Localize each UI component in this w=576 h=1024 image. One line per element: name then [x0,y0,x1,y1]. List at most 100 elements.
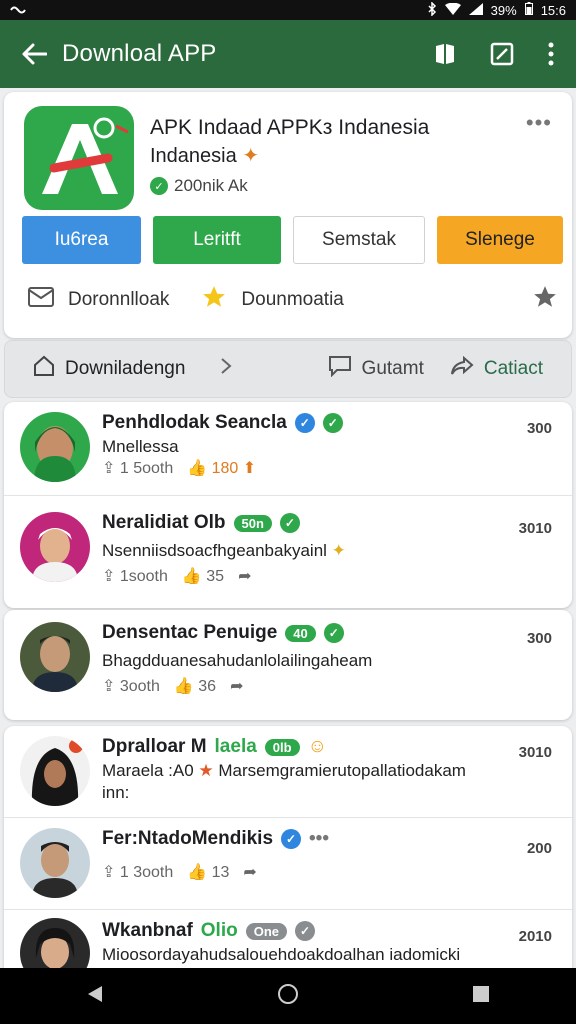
list-item[interactable]: Fer:NtadoMendikis ✓ ••• ⇪ 1 3ooth 👍 13 ➦… [4,818,572,910]
post-text: Maraela :A0 ★ Marsemgramierutopallatioda… [102,761,466,780]
share-icon: ⇪ [102,460,116,477]
feed-card: Dpralloar M laela 0lb ☺ Maraela :A0 ★ Ma… [4,726,572,988]
post-author: Neralidiat Olb 50n ✓ [102,512,552,534]
more-vertical-icon[interactable] [548,42,554,66]
list-item[interactable]: Densentac Penuige 40 ✓ Bhagdduanesahudan… [4,610,572,720]
back-arrow-icon[interactable] [14,43,54,65]
emoji-icon: ☺ [307,736,327,757]
post-count: 3010 [518,520,552,537]
thumbs-up-icon: 👍 [187,460,208,477]
home-tab[interactable]: Downiladengn [33,355,185,383]
share-arrow-icon [450,355,474,382]
flame-icon: ✦ [242,145,260,167]
post-meta: ⇪ 1sooth 👍 35 ➦ [102,566,252,586]
arrow-icon: ⬆ [242,460,257,477]
home-icon [33,355,55,383]
app-name: APK Indaad APPKз Indanesia [150,116,430,139]
comment-icon [328,355,352,383]
share-tab[interactable]: Catiact [450,355,543,383]
secondary-nav: Downiladengn Gutamt Catiact [4,340,572,398]
more-horizontal-icon[interactable]: ••• [526,110,552,136]
battery-icon [524,2,533,18]
feed-card: Penhdlodak Seancla ✓ ✓ Mnellessа ⇪ 1 5oo… [4,402,572,608]
list-item[interactable]: Penhdlodak Seancla ✓ ✓ Mnellessа ⇪ 1 5oo… [4,402,572,496]
avatar[interactable] [20,736,90,806]
favorite-link[interactable]: Dounmoatia [201,284,344,316]
post-text: Bhagdduanesahudanlolailingaheam [102,651,373,670]
app-info-card: APK Indaad APPKз Indanesia Indanesia ✦ ✓… [4,92,572,338]
recents-square-icon[interactable] [472,985,490,1008]
forward-icon[interactable]: ➦ [243,862,256,882]
app-bar: Downloal APP [0,20,576,88]
post-count: 300 [526,420,552,437]
download-link[interactable]: Doronnlloak [28,287,169,313]
share-icon: ⇪ [102,678,116,695]
check-icon: ✓ [322,413,343,433]
rate-star-icon[interactable] [532,284,558,316]
book-icon[interactable] [434,42,456,66]
check-icon: ✓ [279,513,300,533]
post-count: 2010 [518,928,552,945]
more-horizontal-icon[interactable]: ••• [309,828,329,850]
app-subtitle: Indanesia ✦ [150,145,260,167]
post-count: 3010 [518,744,552,761]
forward-icon[interactable]: ➦ [230,676,243,696]
status-bar: 39% 15:6 [0,0,576,20]
post-meta: ⇪ 1 5ooth 👍 180 ⬆ [102,460,257,477]
post-text-line: inn: [102,783,130,802]
check-icon: ✓ [323,623,344,643]
list-item[interactable]: Dpralloar M laela 0lb ☺ Maraela :A0 ★ Ma… [4,726,572,818]
clock: 15:6 [540,2,566,18]
post-author: Penhdlodak Seancla ✓ ✓ [102,412,552,434]
list-item[interactable]: Neralidiat Olb 50n ✓ Nsenniisdsoacfhgean… [4,496,572,608]
status-icons: 39% 15:6 [427,0,566,19]
notification-icon [10,3,26,18]
post-tag: 40 [285,624,316,642]
back-triangle-icon[interactable] [86,984,104,1009]
edit-icon[interactable] [490,42,514,66]
avatar[interactable] [20,622,90,692]
settings-button[interactable]: Slenege [437,216,563,264]
install-button[interactable]: Iu6rea [22,216,141,264]
download-row: Doronnlloak Dounmoatia [28,284,558,316]
star-icon [201,284,227,316]
post-text: Mioosordayahudsalouehdoakdoalhan iadomic… [102,945,461,964]
post-count: 300 [526,630,552,647]
chevron-right-icon[interactable] [219,357,233,381]
signal-icon [468,2,483,18]
feed-card: Densentac Penuige 40 ✓ Bhagdduanesahudan… [4,610,572,720]
thumbs-up-icon: 👍 [173,678,194,695]
post-meta: ⇪ 1 3ooth 👍 13 ➦ [102,862,257,882]
verified-icon: ✓ [281,829,302,849]
check-icon: ✓ [295,921,316,941]
share-icon: ⇪ [102,864,116,881]
post-count: 200 [526,840,552,857]
wifi-icon [444,2,461,18]
avatar[interactable] [20,828,90,898]
sparkle-icon: ✦ [331,541,346,560]
home-circle-icon[interactable] [277,983,299,1010]
post-meta: ⇪ 3ooth 👍 36 ➦ [102,676,244,696]
app-meta: ✓ 200nik Ak [150,176,530,196]
emoji-icon: ★ [198,761,214,780]
post-author: Densentac Penuige 40 ✓ [102,622,552,644]
action-buttons: Iu6rea Leritft Semstak Slenege [22,216,563,264]
share-button[interactable]: Semstak [293,216,425,264]
post-tag: 0lb [264,738,300,756]
post-author: Dpralloar M laela 0lb ☺ [102,736,327,757]
verified-icon: ✓ [294,413,315,433]
share-icon: ⇪ [102,568,116,585]
list-item[interactable]: Wkanbnaf Olio One ✓ Mioosordayahudsaloue… [4,910,572,988]
avatar[interactable] [20,412,90,482]
comment-tab[interactable]: Gutamt [328,355,424,383]
page-title: Downloal APP [62,40,217,67]
open-button[interactable]: Leritft [153,216,281,264]
post-tag: 50n [233,514,272,532]
forward-icon[interactable]: ➦ [238,566,251,586]
avatar[interactable] [20,512,90,582]
thumbs-up-icon: 👍 [181,568,202,585]
post-author: Wkanbnaf Olio One ✓ [102,920,552,942]
battery-text: 39% [490,2,517,18]
bluetooth-icon [427,0,437,19]
app-logo-icon [24,106,134,210]
